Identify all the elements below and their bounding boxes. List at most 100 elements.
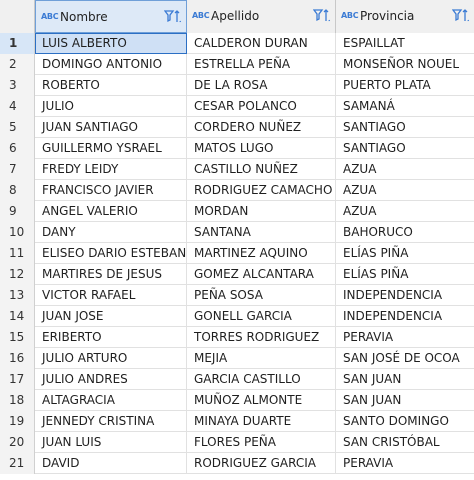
filter-sort-icon[interactable] bbox=[313, 8, 331, 24]
table-row[interactable]: 1 LUIS ALBERTO CALDERON DURAN ESPAILLAT bbox=[0, 33, 474, 54]
cell-nombre[interactable]: FRANCISCO JAVIER bbox=[35, 180, 187, 201]
row-number[interactable]: 12 bbox=[0, 264, 35, 285]
table-row[interactable]: 19 JENNEDY CRISTINA MINAYA DUARTE SANTO DOM… bbox=[0, 411, 474, 432]
cell-provincia[interactable]: SAMANÁ bbox=[336, 96, 474, 117]
cell-apellido[interactable]: FLORES PEÑA bbox=[187, 432, 336, 453]
cell-apellido[interactable]: MATOS LUGO bbox=[187, 138, 336, 159]
cell-provincia[interactable]: INDEPENDENCIA bbox=[336, 285, 474, 306]
cell-nombre[interactable]: ERIBERTO bbox=[35, 327, 187, 348]
cell-provincia[interactable]: AZUA bbox=[336, 201, 474, 222]
cell-provincia[interactable]: SAN CRISTÓBAL bbox=[336, 432, 474, 453]
cell-provincia[interactable]: ESPAILLAT bbox=[336, 33, 474, 54]
cell-nombre[interactable]: ELISEO DARIO ESTEBAN bbox=[35, 243, 187, 264]
cell-nombre[interactable]: DAVID bbox=[35, 453, 187, 474]
cell-apellido[interactable]: PEÑA SOSA bbox=[187, 285, 336, 306]
cell-provincia[interactable]: AZUA bbox=[336, 180, 474, 201]
table-row[interactable]: 9 ANGEL VALERIO MORDAN AZUA bbox=[0, 201, 474, 222]
cell-apellido[interactable]: CESAR POLANCO bbox=[187, 96, 336, 117]
table-row[interactable]: 6 GUILLERMO YSRAEL MATOS LUGO SANTIAGO bbox=[0, 138, 474, 159]
cell-provincia[interactable]: SAN JOSÉ DE OCOA bbox=[336, 348, 474, 369]
column-header-provincia[interactable]: ABC Provincia bbox=[336, 0, 474, 33]
cell-provincia[interactable]: PUERTO PLATA bbox=[336, 75, 474, 96]
cell-nombre[interactable]: MARTIRES DE JESUS bbox=[35, 264, 187, 285]
table-row[interactable]: 2 DOMINGO ANTONIO ESTRELLA PEÑA MONSEÑOR NO… bbox=[0, 54, 474, 75]
cell-provincia[interactable]: PERAVIA bbox=[336, 327, 474, 348]
cell-apellido[interactable]: MINAYA DUARTE bbox=[187, 411, 336, 432]
cell-apellido[interactable]: RODRIGUEZ GARCIA bbox=[187, 453, 336, 474]
cell-nombre[interactable]: JULIO ANDRES bbox=[35, 369, 187, 390]
cell-nombre[interactable]: JUAN LUIS bbox=[35, 432, 187, 453]
row-number[interactable]: 9 bbox=[0, 201, 35, 222]
row-number[interactable]: 6 bbox=[0, 138, 35, 159]
cell-apellido[interactable]: MUÑOZ ALMONTE bbox=[187, 390, 336, 411]
table-row[interactable]: 12 MARTIRES DE JESUS GOMEZ ALCANTARA ELÍAS … bbox=[0, 264, 474, 285]
cell-apellido[interactable]: CASTILLO NUÑEZ bbox=[187, 159, 336, 180]
table-row[interactable]: 13 VICTOR RAFAEL PEÑA SOSA INDEPENDENCIA bbox=[0, 285, 474, 306]
table-row[interactable]: 4 JULIO CESAR POLANCO SAMANÁ bbox=[0, 96, 474, 117]
filter-sort-icon[interactable] bbox=[164, 9, 182, 25]
cell-nombre[interactable]: ALTAGRACIA bbox=[35, 390, 187, 411]
row-number[interactable]: 17 bbox=[0, 369, 35, 390]
cell-nombre[interactable]: FREDY LEIDY bbox=[35, 159, 187, 180]
table-row[interactable]: 8 FRANCISCO JAVIER RODRIGUEZ CAMACHO AZUA bbox=[0, 180, 474, 201]
column-header-apellido[interactable]: ABC Apellido bbox=[187, 0, 336, 33]
row-number[interactable]: 16 bbox=[0, 348, 35, 369]
table-row[interactable]: 20 JUAN LUIS FLORES PEÑA SAN CRISTÓBAL bbox=[0, 432, 474, 453]
cell-apellido[interactable]: MEJIA bbox=[187, 348, 336, 369]
table-row[interactable]: 11 ELISEO DARIO ESTEBAN MARTINEZ AQUINO ELÍ… bbox=[0, 243, 474, 264]
row-number[interactable]: 18 bbox=[0, 390, 35, 411]
row-number[interactable]: 8 bbox=[0, 180, 35, 201]
cell-nombre[interactable]: JENNEDY CRISTINA bbox=[35, 411, 187, 432]
cell-apellido[interactable]: TORRES RODRIGUEZ bbox=[187, 327, 336, 348]
cell-apellido[interactable]: GARCIA CASTILLO bbox=[187, 369, 336, 390]
cell-apellido[interactable]: RODRIGUEZ CAMACHO bbox=[187, 180, 336, 201]
table-row[interactable]: 16 JULIO ARTURO MEJIA SAN JOSÉ DE OCOA bbox=[0, 348, 474, 369]
table-row[interactable]: 3 ROBERTO DE LA ROSA PUERTO PLATA bbox=[0, 75, 474, 96]
cell-provincia[interactable]: SANTIAGO bbox=[336, 138, 474, 159]
row-number[interactable]: 13 bbox=[0, 285, 35, 306]
cell-provincia[interactable]: INDEPENDENCIA bbox=[336, 306, 474, 327]
cell-provincia[interactable]: ELÍAS PIÑA bbox=[336, 264, 474, 285]
cell-apellido[interactable]: GOMEZ ALCANTARA bbox=[187, 264, 336, 285]
cell-nombre[interactable]: LUIS ALBERTO bbox=[35, 33, 187, 54]
cell-apellido[interactable]: CALDERON DURAN bbox=[187, 33, 336, 54]
row-number[interactable]: 10 bbox=[0, 222, 35, 243]
filter-sort-icon[interactable] bbox=[452, 8, 470, 24]
cell-apellido[interactable]: ESTRELLA PEÑA bbox=[187, 54, 336, 75]
table-row[interactable]: 18 ALTAGRACIA MUÑOZ ALMONTE SAN JUAN bbox=[0, 390, 474, 411]
table-row[interactable]: 10 DANY SANTANA BAHORUCO bbox=[0, 222, 474, 243]
cell-nombre[interactable]: JULIO bbox=[35, 96, 187, 117]
cell-nombre[interactable]: DOMINGO ANTONIO bbox=[35, 54, 187, 75]
cell-nombre[interactable]: GUILLERMO YSRAEL bbox=[35, 138, 187, 159]
cell-apellido[interactable]: GONELL GARCIA bbox=[187, 306, 336, 327]
cell-nombre[interactable]: JUAN SANTIAGO bbox=[35, 117, 187, 138]
table-row[interactable]: 17 JULIO ANDRES GARCIA CASTILLO SAN JUAN bbox=[0, 369, 474, 390]
cell-provincia[interactable]: SAN JUAN bbox=[336, 390, 474, 411]
cell-provincia[interactable]: SANTIAGO bbox=[336, 117, 474, 138]
column-header-nombre[interactable]: ABC Nombre bbox=[35, 0, 187, 33]
cell-nombre[interactable]: DANY bbox=[35, 222, 187, 243]
cell-apellido[interactable]: CORDERO NUÑEZ bbox=[187, 117, 336, 138]
table-row[interactable]: 14 JUAN JOSE GONELL GARCIA INDEPENDENCIA bbox=[0, 306, 474, 327]
cell-apellido[interactable]: SANTANA bbox=[187, 222, 336, 243]
row-number[interactable]: 7 bbox=[0, 159, 35, 180]
row-number[interactable]: 3 bbox=[0, 75, 35, 96]
row-number[interactable]: 19 bbox=[0, 411, 35, 432]
cell-provincia[interactable]: SANTO DOMINGO bbox=[336, 411, 474, 432]
cell-nombre[interactable]: ROBERTO bbox=[35, 75, 187, 96]
row-number[interactable]: 2 bbox=[0, 54, 35, 75]
cell-provincia[interactable]: AZUA bbox=[336, 159, 474, 180]
row-number[interactable]: 21 bbox=[0, 453, 35, 474]
cell-provincia[interactable]: ELÍAS PIÑA bbox=[336, 243, 474, 264]
cell-apellido[interactable]: MORDAN bbox=[187, 201, 336, 222]
row-number[interactable]: 1 bbox=[0, 33, 35, 54]
cell-provincia[interactable]: MONSEÑOR NOUEL bbox=[336, 54, 474, 75]
cell-nombre[interactable]: ANGEL VALERIO bbox=[35, 201, 187, 222]
cell-apellido[interactable]: MARTINEZ AQUINO bbox=[187, 243, 336, 264]
table-row[interactable]: 7 FREDY LEIDY CASTILLO NUÑEZ AZUA bbox=[0, 159, 474, 180]
cell-provincia[interactable]: BAHORUCO bbox=[336, 222, 474, 243]
cell-apellido[interactable]: DE LA ROSA bbox=[187, 75, 336, 96]
row-number[interactable]: 5 bbox=[0, 117, 35, 138]
row-number[interactable]: 15 bbox=[0, 327, 35, 348]
cell-nombre[interactable]: JUAN JOSE bbox=[35, 306, 187, 327]
